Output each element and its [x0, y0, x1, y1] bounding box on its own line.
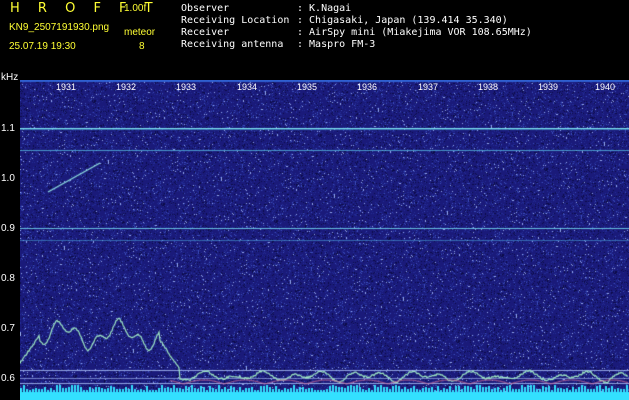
- timestamp-label: 25.07.19 19:30: [9, 41, 76, 52]
- y-tick-0-7: 0.7: [1, 323, 15, 334]
- y-tick-0-9: 0.9: [1, 223, 15, 234]
- info-value-location: : Chigasaki, Japan (139.414 35.340): [297, 15, 508, 26]
- x-tick-1939: 1939: [538, 82, 559, 92]
- filename-label: KN9_2507191930.png: [9, 22, 110, 33]
- spectrogram-canvas: [20, 80, 629, 400]
- info-key-receiver: Receiver: [181, 27, 230, 38]
- version-label: 1.00f: [124, 3, 147, 14]
- y-tick-0-6: 0.6: [1, 373, 15, 384]
- y-axis-unit: kHz: [1, 72, 19, 83]
- x-tick-1938: 1938: [478, 82, 499, 92]
- x-tick-1933: 1933: [176, 82, 197, 92]
- x-tick-1932: 1932: [116, 82, 137, 92]
- x-tick-1937: 1937: [418, 82, 439, 92]
- info-key-location: Receiving Location: [181, 15, 290, 26]
- meteor-label: meteor: [124, 27, 156, 38]
- info-value-antenna: : Maspro FM-3: [297, 39, 376, 50]
- x-tick-1936: 1936: [357, 82, 378, 92]
- x-tick-1935: 1935: [297, 82, 318, 92]
- meteor-count: 8: [139, 41, 145, 52]
- y-tick-1-0: 1.0: [1, 173, 15, 184]
- x-tick-1931: 1931: [56, 82, 77, 92]
- info-value-observer: : K.Nagai: [297, 3, 352, 14]
- info-value-receiver: : AirSpy mini (Miakejima VOR 108.65MHz): [297, 27, 532, 38]
- header-panel: H R O F F T 1.00f KN9_2507191930.png met…: [0, 0, 629, 83]
- x-tick-1934: 1934: [237, 82, 258, 92]
- info-key-antenna: Receiving antenna: [181, 39, 284, 50]
- x-tick-1940: 1940: [595, 82, 616, 92]
- info-key-observer: Observer: [181, 3, 230, 14]
- y-tick-1-1: 1.1: [1, 123, 15, 134]
- y-tick-0-8: 0.8: [1, 273, 15, 284]
